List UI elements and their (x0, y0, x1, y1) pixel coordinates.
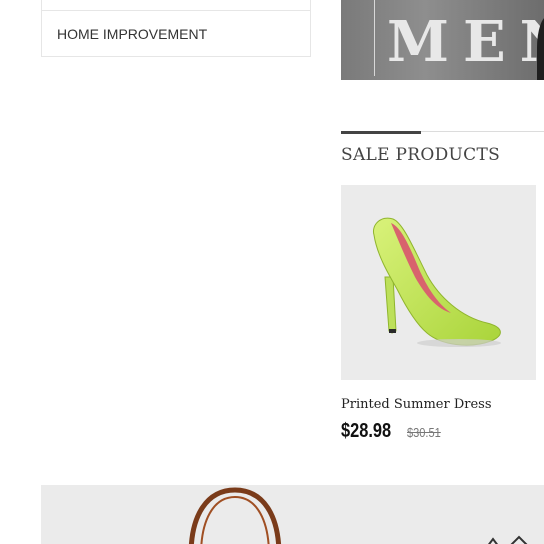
category-sidebar: HOME IMPROVEMENT (41, 0, 311, 57)
product-price-row: $28.98 $30.51 (341, 420, 447, 443)
sidebar-item-label: HOME IMPROVEMENT (57, 25, 208, 42)
green-high-heel-shoe-icon (372, 217, 501, 347)
brown-handbag-icon (188, 487, 528, 544)
section-divider-accent (341, 131, 421, 134)
page: HOME IMPROVEMENT MEN SALE PRODUCTS (0, 0, 544, 544)
men-banner-text: MEN (387, 9, 544, 75)
sidebar-item-home-improvement[interactable]: HOME IMPROVEMENT (42, 11, 310, 57)
banner-divider (374, 0, 375, 76)
men-banner[interactable]: MEN (341, 0, 544, 80)
product-price: $28.98 (341, 420, 392, 442)
product-name-link[interactable]: Printed Summer Dress (341, 397, 492, 412)
sidebar-item-previous[interactable] (42, 0, 310, 11)
bottom-banner[interactable] (41, 485, 544, 544)
sale-products-title: SALE PRODUCTS (341, 145, 501, 165)
product-old-price: $30.51 (407, 425, 441, 440)
product-image[interactable] (341, 185, 536, 380)
